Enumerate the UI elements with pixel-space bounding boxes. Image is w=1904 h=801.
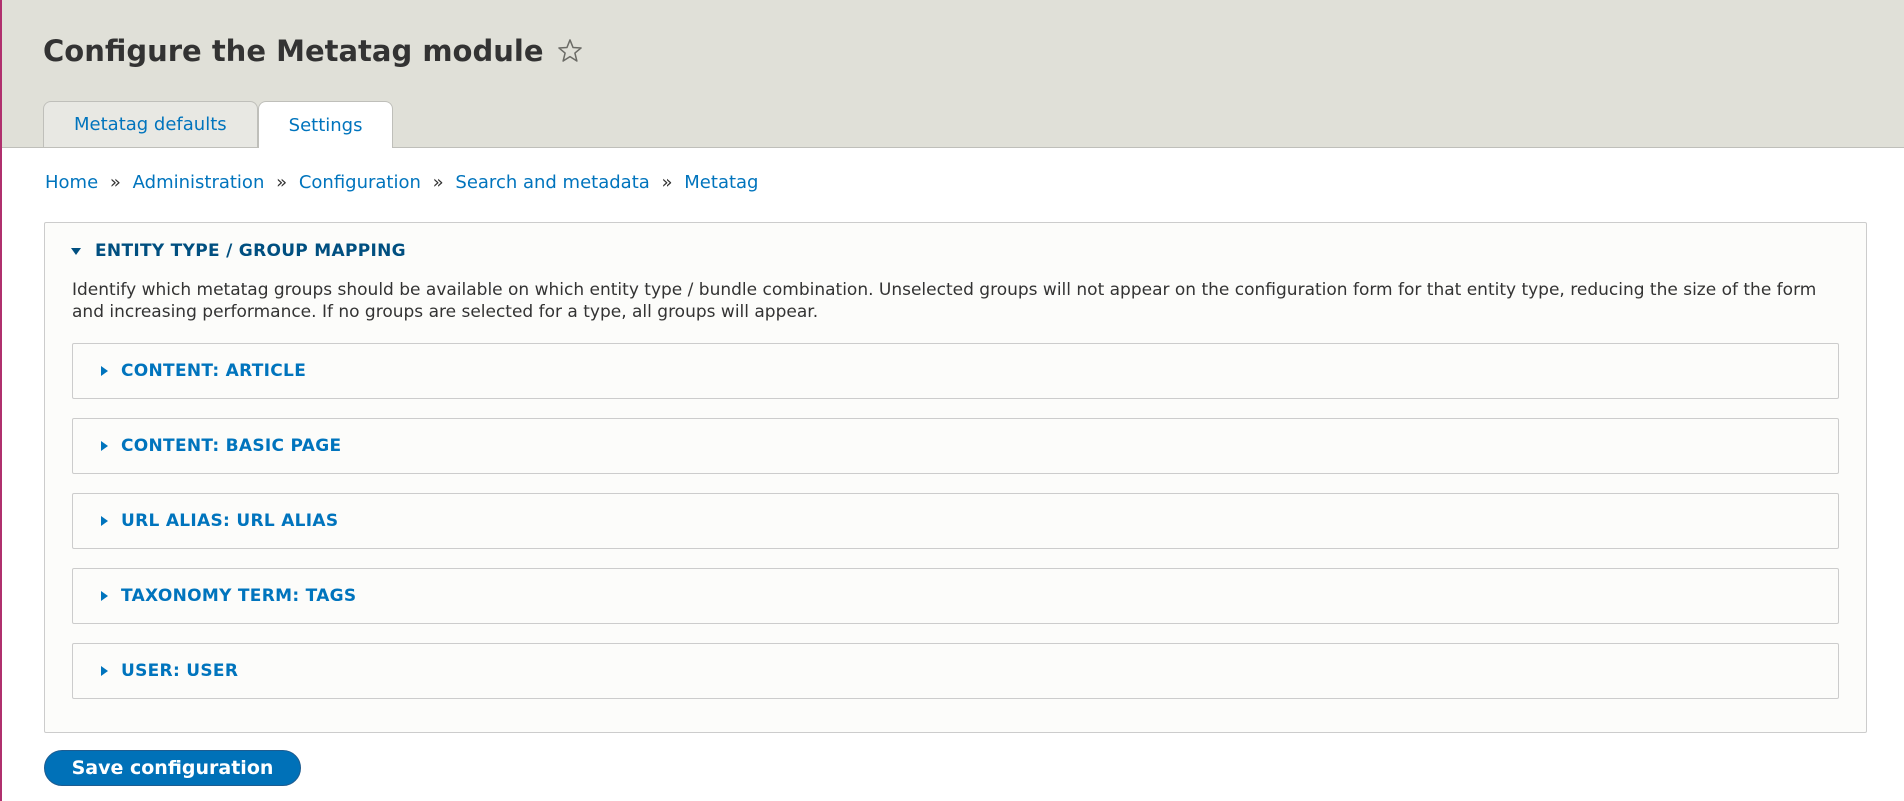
fieldset-description: Identify which metatag groups should be … xyxy=(72,280,1817,322)
details-taxonomy-term-tags[interactable]: TAXONOMY TERM: TAGS xyxy=(72,568,1839,624)
star-icon[interactable] xyxy=(556,37,584,65)
fieldset-legend-toggle[interactable]: ENTITY TYPE / GROUP MAPPING xyxy=(71,241,406,261)
breadcrumb: Home » Administration » Configuration » … xyxy=(45,172,759,193)
details-content-basic-page[interactable]: CONTENT: BASIC PAGE xyxy=(72,418,1839,474)
caret-right-icon xyxy=(101,666,108,676)
breadcrumb-separator: » xyxy=(661,172,673,193)
tab-metatag-defaults[interactable]: Metatag defaults xyxy=(43,101,258,147)
breadcrumb-separator: » xyxy=(432,172,444,193)
details-summary: CONTENT: ARTICLE xyxy=(121,361,307,381)
details-summary: TAXONOMY TERM: TAGS xyxy=(121,586,357,606)
details-content-article[interactable]: CONTENT: ARTICLE xyxy=(72,343,1839,399)
caret-down-icon xyxy=(71,247,81,255)
tab-settings[interactable]: Settings xyxy=(257,101,394,148)
breadcrumb-link-search-and-metadata[interactable]: Search and metadata xyxy=(455,172,649,193)
save-configuration-button[interactable]: Save configuration xyxy=(44,750,301,786)
fieldset-legend: ENTITY TYPE / GROUP MAPPING xyxy=(95,241,406,261)
page-title: Configure the Metatag module xyxy=(43,34,544,68)
details-summary: USER: USER xyxy=(121,661,239,681)
details-user-user[interactable]: USER: USER xyxy=(72,643,1839,699)
caret-right-icon xyxy=(101,441,108,451)
details-summary: URL ALIAS: URL ALIAS xyxy=(121,511,339,531)
breadcrumb-separator: » xyxy=(109,172,121,193)
tab-label: Settings xyxy=(288,114,363,136)
breadcrumb-link-home[interactable]: Home xyxy=(45,172,98,193)
page-title-wrap: Configure the Metatag module xyxy=(43,34,584,68)
breadcrumb-separator: » xyxy=(276,172,288,193)
caret-right-icon xyxy=(101,516,108,526)
details-summary: CONTENT: BASIC PAGE xyxy=(121,436,342,456)
page-header: Configure the Metatag module Metatag def… xyxy=(2,0,1904,148)
entity-type-group-mapping-fieldset: ENTITY TYPE / GROUP MAPPING Identify whi… xyxy=(44,222,1867,733)
breadcrumb-link-configuration[interactable]: Configuration xyxy=(299,172,421,193)
details-url-alias[interactable]: URL ALIAS: URL ALIAS xyxy=(72,493,1839,549)
caret-right-icon xyxy=(101,366,108,376)
breadcrumb-link-metatag[interactable]: Metatag xyxy=(684,172,758,193)
breadcrumb-link-administration[interactable]: Administration xyxy=(133,172,265,193)
primary-tabs: Metatag defaults Settings xyxy=(43,101,394,148)
caret-right-icon xyxy=(101,591,108,601)
tab-label: Metatag defaults xyxy=(74,114,227,135)
